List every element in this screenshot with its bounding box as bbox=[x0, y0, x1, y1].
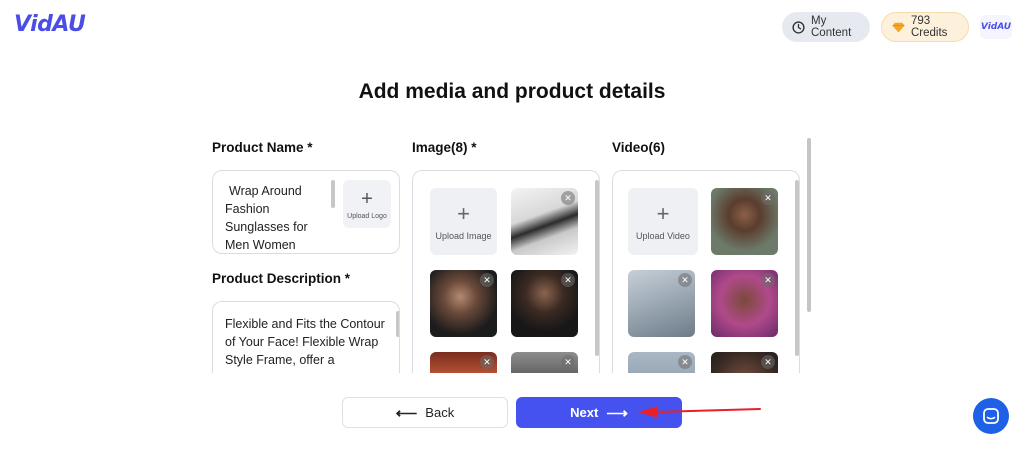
product-description-label: Product Description * bbox=[212, 271, 351, 286]
diamond-icon bbox=[892, 22, 905, 32]
remove-icon[interactable]: ✕ bbox=[761, 273, 775, 287]
credits-badge[interactable]: 793 Credits bbox=[881, 12, 969, 42]
remove-icon[interactable]: ✕ bbox=[561, 191, 575, 205]
product-name-label: Product Name * bbox=[212, 140, 313, 155]
back-label: Back bbox=[425, 405, 455, 420]
video-gallery[interactable]: + Upload Video ✕ ✕ ✕ ✕ ✕ bbox=[612, 170, 800, 373]
product-description-field[interactable]: Flexible and Fits the Contour of Your Fa… bbox=[212, 301, 400, 373]
description-line: of Your Face! Flexible Wrap bbox=[225, 335, 379, 349]
video-section-label: Video(6) bbox=[612, 140, 666, 155]
product-name-line: Sunglasses for bbox=[225, 220, 308, 234]
product-name-line: Fashion bbox=[225, 202, 270, 216]
plus-icon: + bbox=[656, 200, 670, 226]
video-gallery-scrollbar[interactable] bbox=[795, 180, 799, 356]
page-title: Add media and product details bbox=[358, 80, 666, 103]
remove-icon[interactable]: ✕ bbox=[678, 355, 692, 369]
remove-icon[interactable]: ✕ bbox=[561, 273, 575, 287]
image-gallery[interactable]: + Upload Image ✕ ✕ ✕ ✕ ✕ bbox=[412, 170, 600, 373]
next-label: Next bbox=[570, 405, 599, 420]
image-thumbnail[interactable]: ✕ bbox=[430, 352, 497, 373]
remove-icon[interactable]: ✕ bbox=[480, 355, 494, 369]
video-thumbnail[interactable]: ✕ bbox=[628, 270, 695, 337]
plus-icon: + bbox=[361, 187, 373, 210]
credits-label: 793 Credits bbox=[911, 15, 948, 39]
my-content-button[interactable]: My Content bbox=[782, 12, 870, 42]
remove-icon[interactable]: ✕ bbox=[678, 273, 692, 287]
product-name-line: Men Women bbox=[225, 238, 296, 252]
clock-icon bbox=[792, 20, 805, 34]
image-gallery-scrollbar[interactable] bbox=[595, 180, 599, 356]
back-button[interactable]: ⟵ Back bbox=[342, 397, 508, 428]
video-thumbnail[interactable]: ✕ bbox=[711, 352, 778, 373]
form-scrollbar[interactable] bbox=[807, 138, 811, 312]
image-thumbnail[interactable]: ✕ bbox=[511, 188, 578, 255]
video-thumbnail[interactable]: ✕ bbox=[711, 188, 778, 255]
description-line: Flexible and Fits the Contour bbox=[225, 317, 385, 331]
video-thumbnail[interactable]: ✕ bbox=[711, 270, 778, 337]
arrow-left-icon: ⟵ bbox=[395, 404, 418, 422]
chat-icon bbox=[983, 408, 999, 424]
image-thumbnail[interactable]: ✕ bbox=[511, 352, 578, 373]
arrow-right-icon: ⟶ bbox=[606, 404, 628, 422]
plus-icon: + bbox=[457, 200, 470, 226]
video-thumbnail[interactable]: ✕ bbox=[628, 352, 695, 373]
upload-logo-label: Upload Logo bbox=[347, 212, 387, 220]
product-description-scrollbar[interactable] bbox=[396, 311, 399, 337]
product-name-scrollbar[interactable] bbox=[331, 180, 335, 208]
image-thumbnail[interactable]: ✕ bbox=[511, 270, 578, 337]
image-thumbnail[interactable]: ✕ bbox=[430, 270, 497, 337]
upload-image-label: Upload Image bbox=[435, 230, 492, 241]
upload-image-button[interactable]: + Upload Image bbox=[430, 188, 497, 255]
description-line: Style Frame, offer a bbox=[225, 353, 335, 367]
annotation-arrow-icon bbox=[638, 406, 761, 418]
upload-logo-button[interactable]: + Upload Logo bbox=[343, 180, 391, 228]
my-content-label: My Content bbox=[811, 15, 852, 39]
product-name-line: Wrap Around bbox=[229, 184, 302, 198]
upload-video-button[interactable]: + Upload Video bbox=[628, 188, 698, 255]
remove-icon[interactable]: ✕ bbox=[761, 355, 775, 369]
product-name-field[interactable]: Wrap Around Fashion Sunglasses for Men W… bbox=[212, 170, 400, 254]
remove-icon[interactable]: ✕ bbox=[480, 273, 494, 287]
avatar[interactable]: VidAU bbox=[980, 15, 1012, 39]
image-section-label: Image(8) * bbox=[412, 140, 477, 155]
chat-launcher-button[interactable] bbox=[973, 398, 1009, 434]
remove-icon[interactable]: ✕ bbox=[761, 191, 775, 205]
app-logo[interactable]: VidAU bbox=[14, 12, 86, 37]
upload-video-label: Upload Video bbox=[636, 230, 690, 241]
remove-icon[interactable]: ✕ bbox=[561, 355, 575, 369]
